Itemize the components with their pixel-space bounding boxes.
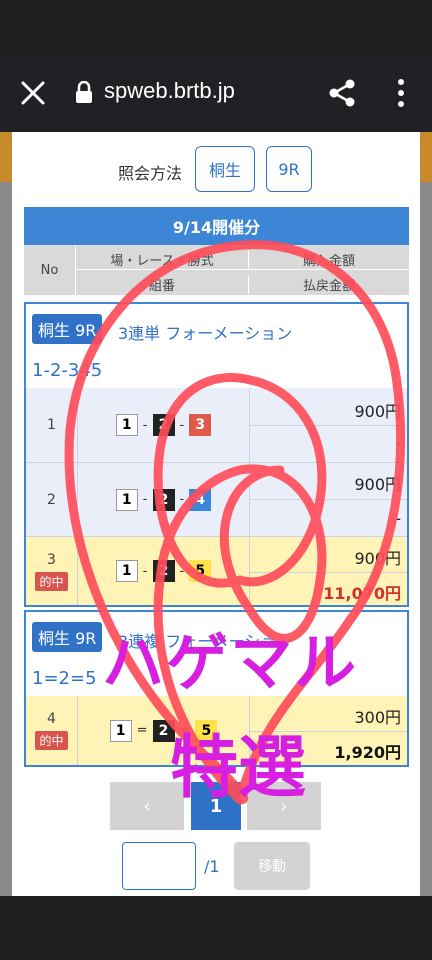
venue-race-badge: 桐生 9R [32,314,103,344]
venue-button[interactable]: 桐生 [195,146,255,192]
boat-number: 1 [109,719,132,742]
bet-card: 桐生 9R 3連単 フォーメーション 1-2-345 1 1- 2- 3 900… [24,302,409,607]
boat-number: 4 [189,488,212,511]
amount-divider [250,499,407,500]
row-number-text: 1 [47,417,56,433]
dash: - [179,417,185,433]
equals: = [136,723,148,738]
overlay-text-hagemaru: ハゲマル [102,626,359,699]
col-purchase: 購入金額 [248,250,409,269]
hit-badge: 的中 [35,731,68,750]
payout-amount: - [395,509,401,528]
payout-amount: - [395,434,401,453]
move-button[interactable]: 移動 [234,842,310,890]
header-divider [76,269,409,270]
row-combination: 1- 2- 3 [78,388,250,462]
overlay-text-tokusen: 特選 [170,729,307,808]
purchase-amount: 900円 [354,549,401,568]
navigation-bar [0,896,432,960]
dash: - [142,492,148,507]
dash: - [179,563,185,579]
amount-divider [250,425,407,426]
row-number-text: 4 [47,711,56,727]
results-table: 9/14開催分 No 場・レース・勝式 組番 購入金額 払戻金額 [24,207,409,295]
query-method-label: 照会方法 [118,164,183,183]
boat-number: 5 [189,560,212,582]
boat-number: 2 [152,560,175,582]
lock-icon [76,81,92,103]
column-header: No 場・レース・勝式 組番 購入金額 払戻金額 [24,245,409,295]
query-method-row: 照会方法 桐生 9R [12,140,420,192]
table-row: 3 的中 1- 2- 5 900円 11,070円 [26,536,407,605]
status-bar [0,0,432,56]
col-venue-race-type: 場・レース・勝式 [110,254,214,269]
boat-number: 2 [152,488,175,511]
row-number: 2 [26,463,78,536]
date-header: 9/14開催分 [24,207,409,245]
col-combination: 組番 [148,279,175,294]
bet-type: 3連単 フォーメーション [118,324,293,343]
purchase-amount: 900円 [354,402,401,421]
table-row: 2 1- 2- 4 900円 - [26,462,407,536]
purchase-amount: 900円 [354,475,401,494]
boat-number: 1 [115,488,138,511]
col-no: No [24,245,76,295]
combination-title: 1-2-345 [32,360,103,381]
hit-badge: 的中 [35,571,68,591]
amount-divider [250,572,407,573]
row-combination: 1- 2- 5 [78,537,250,605]
boat-number: 1 [115,560,138,582]
url-text[interactable]: spweb.brtb.jp [104,78,235,104]
share-icon[interactable] [328,78,358,108]
row-number: 1 [26,388,78,462]
row-number: 4 的中 [26,696,78,765]
row-number: 3 的中 [26,537,78,605]
dash: - [179,492,185,507]
row-combination: 1- 2- 4 [78,463,250,536]
boat-number: 1 [115,414,138,436]
dash: - [142,563,148,579]
browser-toolbar: spweb.brtb.jp [0,56,432,132]
boat-number: 2 [152,414,175,436]
close-icon[interactable] [20,80,46,106]
more-options-icon[interactable] [396,78,406,108]
row-number-text: 3 [47,551,56,568]
boat-number: 3 [189,414,212,436]
col-payout: 払戻金額 [248,275,409,294]
row-number-text: 2 [47,491,56,508]
table-row: 1 1- 2- 3 900円 - [26,388,407,462]
page-total: /1 [204,857,220,876]
venue-race-badge: 桐生 9R [32,622,103,652]
dash: - [142,417,148,433]
combination-title: 1=2=5 [32,668,97,689]
page-number-input[interactable] [122,842,196,890]
payout-amount: 11,070円 [323,584,401,603]
race-button[interactable]: 9R [266,146,312,192]
